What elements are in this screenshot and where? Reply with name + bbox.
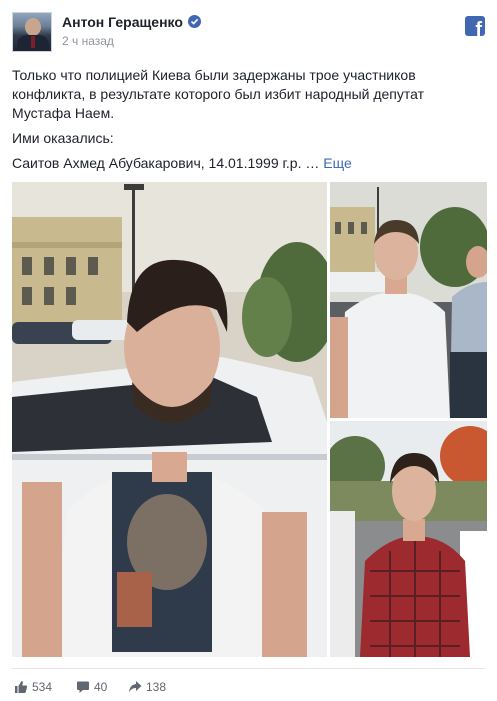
photo-bottom-right[interactable] bbox=[330, 421, 487, 657]
post-timestamp[interactable]: 2 ч назад bbox=[62, 34, 114, 48]
see-more-link[interactable]: Еще bbox=[323, 155, 352, 171]
facebook-post-card: Антон Геращенко 2 ч назад f Только что п… bbox=[0, 0, 497, 701]
author-avatar[interactable] bbox=[12, 12, 52, 52]
comment-bubble-icon bbox=[77, 681, 89, 693]
photo-main[interactable] bbox=[12, 182, 327, 657]
author-name-row: Антон Геращенко bbox=[62, 14, 201, 30]
post-paragraph-3: Саитов Ахмед Абубакарович, 14.01.1999 г.… bbox=[12, 154, 472, 173]
like-count: 534 bbox=[32, 680, 53, 694]
post-truncated-text: Саитов Ахмед Абубакарович, 14.01.1999 г.… bbox=[12, 155, 320, 171]
photo-top-right[interactable] bbox=[330, 182, 487, 418]
comment-action[interactable]: 40 bbox=[76, 680, 107, 694]
post-header: Антон Геращенко 2 ч назад f bbox=[12, 12, 485, 54]
thumbs-up-icon bbox=[15, 681, 28, 693]
footer-divider bbox=[12, 668, 485, 669]
like-action[interactable]: 534 bbox=[14, 680, 52, 694]
comment-count: 40 bbox=[94, 680, 108, 694]
verified-badge-icon bbox=[187, 15, 201, 28]
post-paragraph-2: Ими оказались: bbox=[12, 130, 114, 146]
post-body: Только что полицией Киева были задержаны… bbox=[12, 66, 472, 179]
share-action[interactable]: 138 bbox=[128, 680, 166, 694]
share-count: 138 bbox=[146, 680, 167, 694]
share-arrow-icon bbox=[129, 681, 142, 693]
photo-grid bbox=[12, 182, 487, 657]
author-name[interactable]: Антон Геращенко bbox=[62, 14, 183, 30]
facebook-logo-icon[interactable]: f bbox=[465, 16, 485, 36]
post-paragraph-1: Только что полицией Киева были задержаны… bbox=[12, 67, 425, 121]
